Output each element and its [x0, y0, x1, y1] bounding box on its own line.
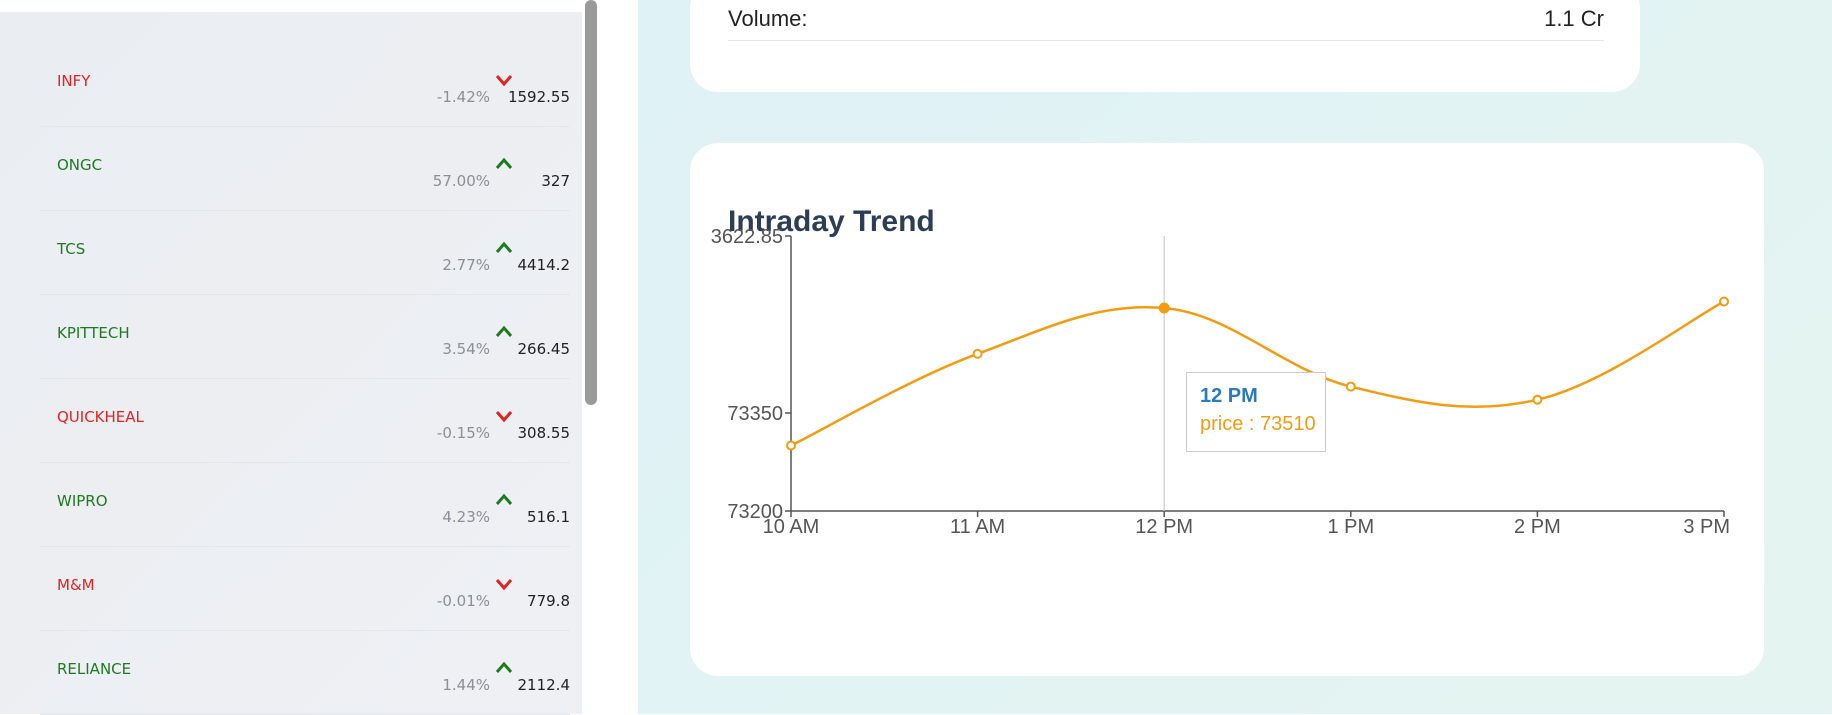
panel-divider: [602, 0, 638, 714]
x-tick-label: 11 AM: [950, 516, 1005, 538]
volume-value: 1.1 Cr: [1544, 6, 1604, 31]
stock-quote: -0.15% 308.55: [270, 406, 570, 446]
volume-label: Volume:: [728, 6, 808, 31]
stock-price: 327: [541, 172, 570, 190]
stock-detail-pane: Volume: 1.1 Cr Intraday Trend 73200 73350…: [638, 0, 1832, 714]
chevron-up-icon: [494, 660, 514, 676]
watchlist-panel: INFY -1.42% 1592.55 ONGC 57.00% 327 TCS 2.77% 44…: [0, 0, 582, 715]
stock-quote: -1.42% 1592.55: [270, 70, 570, 110]
chart-tooltip: 12 PM price : 73510: [1186, 372, 1326, 452]
watchlist-item[interactable]: WIPRO 4.23% 516.1: [40, 462, 570, 547]
scrollbar-thumb[interactable]: [585, 0, 597, 405]
chevron-down-icon: [494, 72, 514, 88]
data-point: [786, 440, 796, 451]
stock-quote: 57.00% 327: [270, 154, 570, 194]
chevron-down-icon: [494, 408, 514, 424]
x-tick-label: 12 PM: [1135, 516, 1193, 538]
stock-quote: 4.23% 516.1: [270, 490, 570, 530]
y-tick-label: 73350: [727, 403, 783, 425]
stock-price: 1592.55: [507, 88, 570, 106]
tooltip-time: 12 PM: [1200, 385, 1258, 407]
chevron-down-icon: [494, 576, 514, 592]
y-tick-label: 3622.85: [711, 226, 783, 248]
watchlist-item[interactable]: RELIANCE 1.44% 2112.4: [40, 630, 570, 715]
watchlist-item[interactable]: KPITTECH 3.54% 266.45: [40, 294, 570, 379]
stock-quote: 3.54% 266.45: [270, 322, 570, 362]
stock-change-percent: 2.77%: [442, 256, 490, 274]
data-point: [1532, 394, 1543, 405]
stock-symbol: QUICKHEAL: [57, 408, 144, 426]
active-data-point: [1158, 302, 1170, 314]
chevron-up-icon: [494, 324, 514, 340]
stock-symbol: TCS: [57, 240, 86, 258]
stock-symbol: RELIANCE: [57, 660, 132, 678]
stock-change-percent: 3.54%: [442, 340, 490, 358]
stock-change-percent: 1.44%: [442, 676, 490, 694]
stock-change-percent: -1.42%: [436, 88, 490, 106]
stock-symbol: KPITTECH: [57, 324, 130, 342]
stock-quote: 1.44% 2112.4: [270, 658, 570, 698]
chevron-up-icon: [494, 240, 514, 256]
chevron-up-icon: [494, 156, 514, 172]
stock-price: 4414.2: [517, 256, 571, 274]
stock-change-percent: 57.00%: [432, 172, 490, 190]
stock-details-card: Volume: 1.1 Cr: [690, 0, 1640, 92]
stock-symbol: WIPRO: [57, 492, 108, 510]
stock-symbol: M&M: [57, 576, 95, 594]
stock-price: 516.1: [527, 508, 570, 526]
data-point: [972, 348, 983, 359]
chevron-up-icon: [494, 492, 514, 508]
stock-change-percent: -0.01%: [436, 592, 490, 610]
stock-change-percent: -0.15%: [436, 424, 490, 442]
stock-price: 779.8: [527, 592, 570, 610]
data-point: [1719, 296, 1729, 307]
stock-price: 2112.4: [517, 676, 571, 694]
stock-price: 308.55: [517, 424, 571, 442]
watchlist-item[interactable]: M&M -0.01% 779.8: [40, 546, 570, 631]
watchlist-item[interactable]: INFY -1.42% 1592.55: [40, 42, 570, 127]
stock-quote: -0.01% 779.8: [270, 574, 570, 614]
tooltip-price: price : 73510: [1200, 413, 1316, 435]
x-tick-label: 1 PM: [1327, 516, 1374, 538]
stock-price: 266.45: [517, 340, 571, 358]
volume-row: Volume: 1.1 Cr: [728, 0, 1604, 41]
watchlist-item[interactable]: QUICKHEAL -0.15% 308.55: [40, 378, 570, 463]
x-tick-label: 10 AM: [763, 516, 820, 538]
data-point: [1345, 381, 1356, 392]
watchlist-item[interactable]: TCS 2.77% 4414.2: [40, 210, 570, 295]
x-tick-label: 2 PM: [1514, 516, 1561, 538]
stock-change-percent: 4.23%: [442, 508, 490, 526]
stock-quote: 2.77% 4414.2: [270, 238, 570, 278]
watchlist-item[interactable]: ONGC 57.00% 327: [40, 126, 570, 211]
x-tick-label: 3 PM: [1683, 516, 1730, 538]
stock-symbol: ONGC: [57, 156, 103, 174]
stock-symbol: INFY: [57, 72, 91, 90]
intraday-trend-card: Intraday Trend 73200 73350 3622.85 10 AM 11 …: [690, 143, 1764, 676]
